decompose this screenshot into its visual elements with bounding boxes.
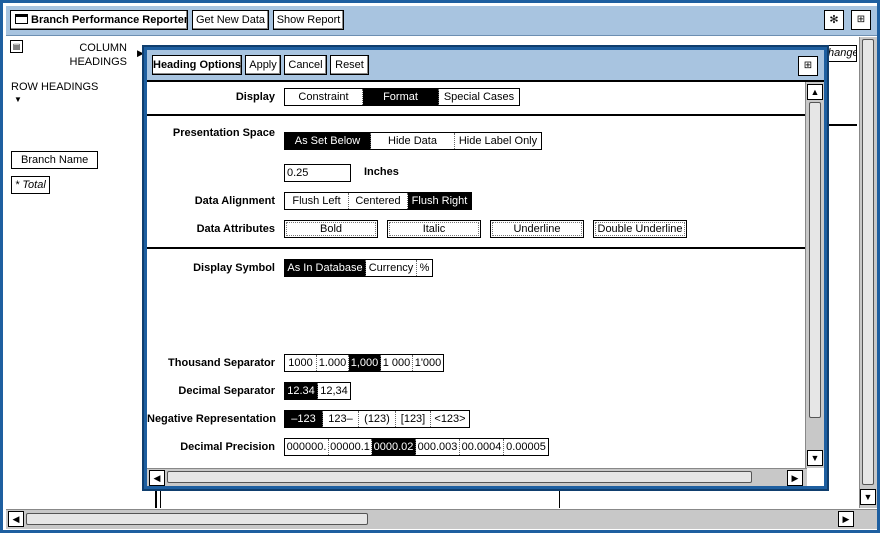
thousand-option-comma[interactable]: 1,000 <box>349 355 381 371</box>
main-vertical-scroll-thumb[interactable] <box>862 39 874 485</box>
decimal-option-dot[interactable]: 12.34 <box>285 383 318 399</box>
scroll-left-arrow-icon[interactable]: ◀ <box>149 470 165 486</box>
alignment-option-flush-left[interactable]: Flush Left <box>285 193 349 209</box>
presentation-option-hide-data[interactable]: Hide Data <box>371 133 455 149</box>
dialog-horizontal-scroll-thumb[interactable] <box>167 471 752 483</box>
decimal-precision-control: 000000. 00000.1 0000.02 000.003 00.0004 … <box>284 438 549 456</box>
data-alignment-control: Flush Left Centered Flush Right <box>284 192 472 210</box>
negative-representation-label: Negative Representation <box>147 413 276 425</box>
get-new-data-button[interactable]: Get New Data <box>192 10 269 30</box>
alignment-option-flush-right[interactable]: Flush Right <box>408 193 471 209</box>
display-symbol-label: Display Symbol <box>193 262 275 274</box>
negative-option-leading-minus[interactable]: –123 <box>285 411 323 427</box>
window-layout-icon[interactable]: ⊞ <box>798 56 818 76</box>
scroll-down-arrow-icon[interactable]: ▼ <box>807 450 823 466</box>
scroll-down-arrow-icon[interactable]: ▼ <box>860 489 876 505</box>
inches-label: Inches <box>364 166 399 178</box>
section-divider <box>147 247 807 249</box>
display-symbol-control: As In Database Currency % <box>284 259 433 277</box>
main-horizontal-scroll-thumb[interactable] <box>26 513 368 525</box>
display-label: Display <box>235 91 275 103</box>
alignment-option-centered[interactable]: Centered <box>349 193 408 209</box>
width-input[interactable]: 0.25 <box>284 164 351 182</box>
italic-toggle[interactable]: Italic <box>387 220 481 238</box>
display-option-format[interactable]: Format <box>363 89 439 105</box>
data-attributes-label: Data Attributes <box>196 223 275 235</box>
apply-button[interactable]: Apply <box>245 55 281 75</box>
negative-option-angle-brackets[interactable]: <123> <box>431 411 469 427</box>
scroll-left-arrow-icon[interactable]: ◀ <box>8 511 24 527</box>
heading-options-title: Heading Options <box>152 55 242 75</box>
cancel-button[interactable]: Cancel <box>284 55 327 75</box>
dialog-toolbar: Heading Options Apply Cancel Reset ⊞ <box>147 50 824 82</box>
dialog-vertical-scrollbar[interactable]: ▲ ▼ <box>805 82 824 468</box>
window-layout-icon[interactable]: ⊞ <box>851 10 871 30</box>
decimal-separator-label: Decimal Separator <box>178 385 275 397</box>
arrow-down-icon: ▼ <box>14 95 22 104</box>
thousand-option-none[interactable]: 1000 <box>285 355 317 371</box>
bold-toggle[interactable]: Bold <box>284 220 378 238</box>
scroll-right-arrow-icon[interactable]: ▶ <box>787 470 803 486</box>
dialog-vertical-scroll-thumb[interactable] <box>809 102 821 418</box>
show-report-button[interactable]: Show Report <box>273 10 344 30</box>
scroll-up-arrow-icon[interactable]: ▲ <box>807 84 823 100</box>
thousand-separator-label: Thousand Separator <box>168 357 275 369</box>
precision-option-4[interactable]: 00.0004 <box>460 439 504 455</box>
thousand-option-space[interactable]: 1 000 <box>381 355 413 371</box>
divider <box>829 124 857 126</box>
display-option-special-cases[interactable]: Special Cases <box>439 89 519 105</box>
data-alignment-label: Data Alignment <box>194 195 275 207</box>
symbol-option-currency[interactable]: Currency <box>366 260 417 276</box>
thousand-separator-control: 1000 1.000 1,000 1 000 1'000 <box>284 354 444 372</box>
double-underline-toggle[interactable]: Double Underline <box>593 220 687 238</box>
column-headings-label: COLUMN HEADINGS <box>69 42 127 68</box>
app-title-button[interactable]: Branch Performance Reporter <box>10 10 188 30</box>
divider <box>559 491 560 508</box>
dialog-horizontal-scrollbar[interactable]: ◀ ▶ <box>147 468 807 486</box>
thousand-option-dot[interactable]: 1.000 <box>317 355 349 371</box>
presentation-option-as-set-below[interactable]: As Set Below <box>285 133 371 149</box>
precision-option-5[interactable]: 0.00005 <box>504 439 548 455</box>
row-headings-label: ROW HEADINGS <box>11 81 99 93</box>
main-horizontal-scrollbar[interactable]: ◀ ▶ <box>6 509 877 529</box>
display-segmented-control: Constraint Format Special Cases <box>284 88 520 106</box>
decimal-separator-control: 12.34 12,34 <box>284 382 351 400</box>
main-toolbar: Branch Performance Reporter Get New Data… <box>6 6 877 36</box>
decimal-precision-label: Decimal Precision <box>180 441 275 453</box>
change-column-heading[interactable]: hange <box>827 45 857 62</box>
precision-option-1[interactable]: 00000.1 <box>329 439 372 455</box>
symbol-option-as-in-database[interactable]: As In Database <box>285 260 366 276</box>
presentation-option-hide-label-only[interactable]: Hide Label Only <box>455 133 541 149</box>
main-vertical-scrollbar[interactable]: ▼ <box>859 37 877 508</box>
app-title-label: Branch Performance Reporter <box>31 14 189 26</box>
presentation-space-control: As Set Below Hide Data Hide Label Only <box>284 132 542 150</box>
divider <box>160 491 161 508</box>
presentation-space-label: Presentation Space <box>172 127 275 139</box>
display-option-constraint[interactable]: Constraint <box>285 89 363 105</box>
asterisk-icon[interactable]: ✻ <box>824 10 844 30</box>
underline-toggle[interactable]: Underline <box>490 220 584 238</box>
branch-name-heading[interactable]: Branch Name <box>11 151 99 169</box>
reset-button[interactable]: Reset <box>330 55 369 75</box>
divider <box>155 491 157 508</box>
total-heading[interactable]: * Total <box>11 176 50 194</box>
thousand-option-apostrophe[interactable]: 1'000 <box>413 355 443 371</box>
scroll-right-arrow-icon[interactable]: ▶ <box>838 511 854 527</box>
negative-option-parentheses[interactable]: (123) <box>359 411 396 427</box>
window-icon <box>15 14 28 24</box>
precision-option-0[interactable]: 000000. <box>285 439 329 455</box>
negative-option-brackets[interactable]: [123] <box>396 411 431 427</box>
app-window: Branch Performance Reporter Get New Data… <box>0 0 880 533</box>
negative-option-trailing-minus[interactable]: 123– <box>323 411 359 427</box>
heading-options-dialog: Heading Options Apply Cancel Reset ⊞ Dis… <box>142 45 829 491</box>
decimal-option-comma[interactable]: 12,34 <box>318 383 350 399</box>
symbol-option-percent[interactable]: % <box>417 260 432 276</box>
negative-representation-control: –123 123– (123) [123] <123> <box>284 410 470 428</box>
precision-option-3[interactable]: 000.003 <box>416 439 460 455</box>
precision-option-2[interactable]: 0000.02 <box>372 439 416 455</box>
section-divider <box>147 114 807 116</box>
report-icon[interactable]: ▤ <box>10 40 23 53</box>
